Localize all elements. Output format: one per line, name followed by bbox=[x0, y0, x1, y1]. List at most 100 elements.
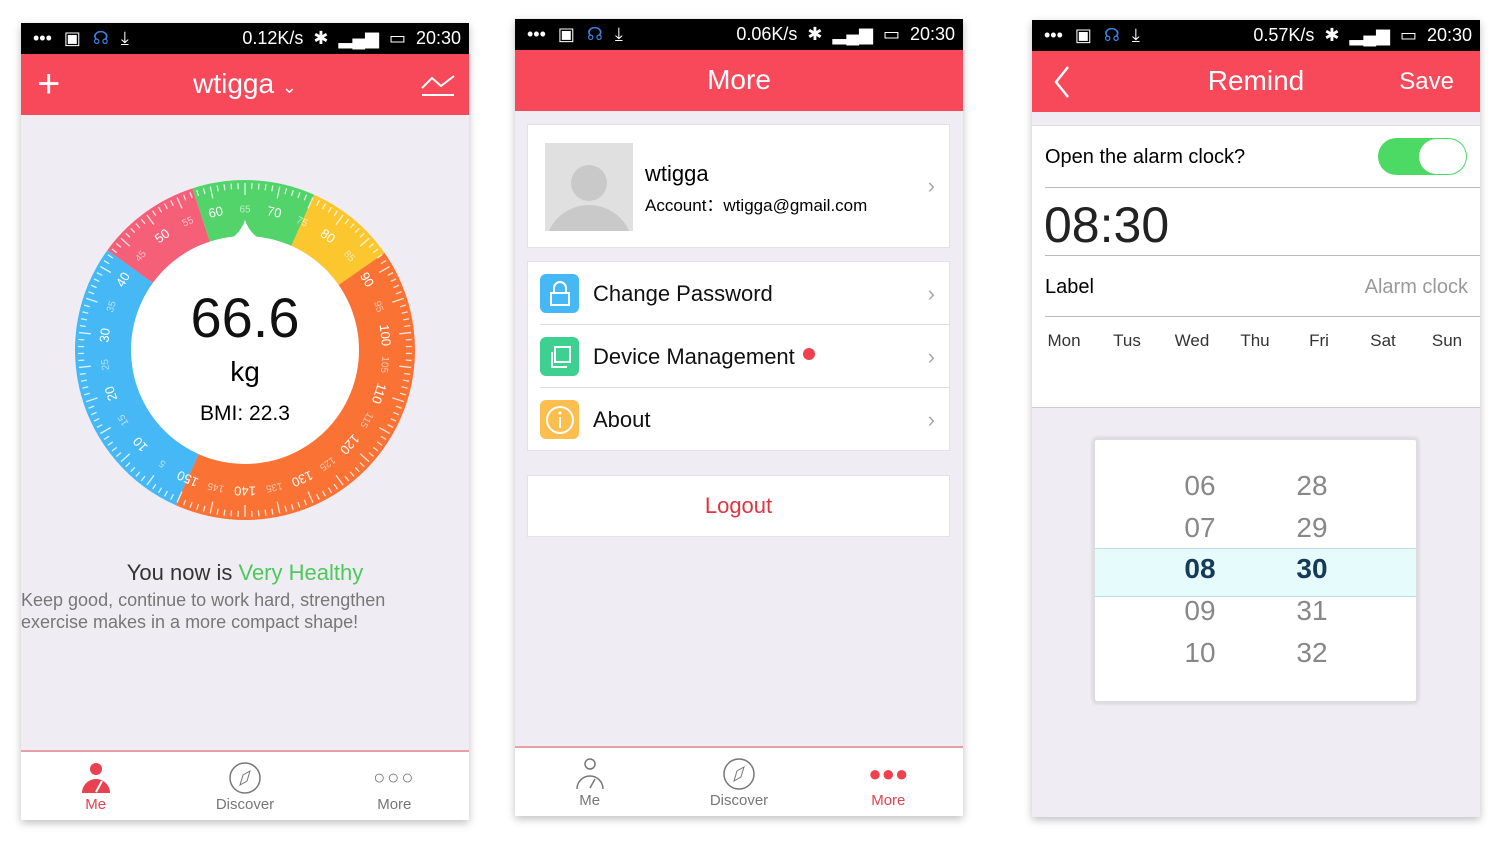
user-name: wtigga bbox=[193, 68, 275, 99]
signal-icon: ▂▄▆ bbox=[1349, 25, 1390, 45]
weekday-tus[interactable]: Tus bbox=[1102, 331, 1152, 351]
weekday-wed[interactable]: Wed bbox=[1167, 331, 1217, 351]
menu-about[interactable]: About › bbox=[528, 388, 949, 451]
chevron-right-icon: › bbox=[927, 173, 935, 198]
alarm-toggle[interactable] bbox=[1378, 138, 1467, 175]
profile-card[interactable]: wtigga Account：wtigga@gmail.com › bbox=[527, 124, 950, 248]
label-value[interactable]: Alarm clock bbox=[1365, 276, 1468, 299]
nav-label: More bbox=[871, 792, 906, 809]
nav-more[interactable]: ●●● More bbox=[814, 748, 963, 816]
signal-icon: ▂▄▆ bbox=[338, 28, 379, 48]
weight-unit: kg bbox=[230, 356, 260, 387]
bluetooth-icon: ✱ bbox=[1324, 25, 1340, 45]
phone-me-screen: ••• ▣ ☊ ⤓ 0.12K/s ✱ ▂▄▆ ▭ 20:30 + wtigga ⌄ 10 20… bbox=[21, 23, 469, 820]
gauge-tick bbox=[230, 183, 233, 190]
notification-dot bbox=[802, 347, 815, 360]
battery-icon: ▭ bbox=[388, 28, 406, 48]
user-switcher[interactable]: wtigga ⌄ bbox=[21, 68, 469, 100]
nav-label: Discover bbox=[215, 796, 275, 813]
bluetooth-icon: ✱ bbox=[313, 28, 329, 48]
nav-more[interactable]: ○○○ More bbox=[320, 752, 469, 820]
logout-label: Logout bbox=[704, 493, 773, 518]
avatar bbox=[545, 143, 633, 231]
more-dots-icon: ••• bbox=[33, 28, 52, 48]
net-speed: 0.57K/s bbox=[1253, 25, 1315, 45]
weekday-sun[interactable]: Sun bbox=[1422, 331, 1472, 351]
hours-option[interactable]: 10 bbox=[1170, 637, 1230, 669]
nav-label: Discover bbox=[709, 792, 769, 809]
nav-discover[interactable]: Discover bbox=[170, 752, 319, 820]
save-button[interactable]: Save bbox=[1399, 68, 1454, 96]
alarm-toggle-label: Open the alarm clock? bbox=[1045, 146, 1246, 168]
download-icon: ⤓ bbox=[1131, 25, 1140, 45]
download-icon: ⤓ bbox=[614, 24, 623, 44]
gauge-tick bbox=[230, 510, 233, 517]
nav-label: Me bbox=[579, 792, 601, 809]
person-gauge-icon bbox=[515, 756, 664, 792]
status-bar: ••• ▣ ☊ ⤓ 0.57K/s ✱ ▂▄▆ ▭ 20:30 bbox=[1032, 20, 1480, 51]
image-icon: ▣ bbox=[557, 24, 575, 44]
weekday-fri[interactable]: Fri bbox=[1294, 331, 1344, 351]
page-title: More bbox=[707, 64, 771, 95]
alarm-time[interactable]: 08:30 bbox=[1044, 196, 1169, 254]
health-status: You now is Very Healthy bbox=[21, 560, 469, 586]
minutes-option[interactable]: 28 bbox=[1282, 470, 1342, 502]
image-icon: ▣ bbox=[63, 28, 81, 48]
weekday-sat[interactable]: Sat bbox=[1358, 331, 1408, 351]
more-dots-icon: ●●● bbox=[868, 761, 909, 786]
minutes-option[interactable]: 32 bbox=[1282, 637, 1342, 669]
clock: 20:30 bbox=[1426, 25, 1472, 45]
header: Remind Save bbox=[1032, 51, 1480, 112]
chevron-right-icon: › bbox=[927, 280, 935, 306]
nav-label: More bbox=[377, 796, 412, 813]
trend-chart-icon[interactable] bbox=[421, 74, 455, 98]
status-bar: ••• ▣ ☊ ⤓ 0.06K/s ✱ ▂▄▆ ▭ 20:30 bbox=[515, 19, 963, 50]
gauge-tick-label: 65 bbox=[239, 205, 251, 216]
lock-icon bbox=[540, 274, 579, 313]
nav-discover[interactable]: Discover bbox=[664, 748, 813, 816]
headset-icon: ☊ bbox=[1103, 25, 1120, 45]
hours-option[interactable]: 08 bbox=[1170, 553, 1230, 585]
minutes-option[interactable]: 31 bbox=[1282, 595, 1342, 627]
nav-label: Me bbox=[85, 796, 107, 813]
bottom-nav: Me Discover ○○○ More bbox=[21, 750, 469, 820]
net-speed: 0.06K/s bbox=[736, 24, 798, 44]
bluetooth-icon: ✱ bbox=[807, 24, 823, 44]
compass-icon bbox=[170, 760, 319, 796]
more-dots-icon: ••• bbox=[1044, 25, 1063, 45]
weekday-mon[interactable]: Mon bbox=[1039, 331, 1089, 351]
gauge-tick bbox=[223, 184, 226, 191]
gauge-tick-label: 70 bbox=[266, 203, 283, 221]
battery-icon: ▭ bbox=[882, 24, 900, 44]
header: + wtigga ⌄ bbox=[21, 54, 469, 115]
chevron-down-icon: ⌄ bbox=[281, 77, 297, 97]
profile-name: wtigga bbox=[645, 161, 709, 186]
hours-option[interactable]: 07 bbox=[1170, 512, 1230, 544]
nav-me[interactable]: Me bbox=[515, 748, 664, 816]
time-picker[interactable]: 06 07 08 09 10 28 29 30 31 32 bbox=[1093, 438, 1418, 703]
logout-button[interactable]: Logout bbox=[527, 475, 950, 537]
weekday-selector: Mon Tus Wed Thu Fri Sat Sun bbox=[1032, 331, 1480, 355]
weekday-thu[interactable]: Thu bbox=[1230, 331, 1280, 351]
menu-device-management[interactable]: Device Management › bbox=[528, 325, 949, 388]
bottom-nav: Me Discover ●●● More bbox=[515, 746, 963, 816]
hours-option[interactable]: 09 bbox=[1170, 595, 1230, 627]
menu-change-password[interactable]: Change Password › bbox=[528, 262, 949, 325]
gauge-tick bbox=[257, 183, 260, 190]
battery-icon: ▭ bbox=[1399, 25, 1417, 45]
alarm-settings: Open the alarm clock? 08:30 Label Alarm … bbox=[1032, 125, 1480, 408]
gauge-tick bbox=[264, 509, 267, 516]
more-dots-icon: ••• bbox=[527, 24, 546, 44]
gauge-tick bbox=[257, 510, 260, 517]
gauge-tick bbox=[264, 184, 267, 191]
minutes-option[interactable]: 29 bbox=[1282, 512, 1342, 544]
menu-label: Change Password bbox=[593, 280, 773, 306]
hours-option[interactable]: 06 bbox=[1170, 470, 1230, 502]
phone-remind-screen: ••• ▣ ☊ ⤓ 0.57K/s ✱ ▂▄▆ ▭ 20:30 Remind Save Ope… bbox=[1032, 20, 1480, 817]
bmi-value: BMI: 22.3 bbox=[200, 402, 290, 425]
picker-selection-band bbox=[1095, 548, 1416, 597]
minutes-option[interactable]: 30 bbox=[1282, 553, 1342, 585]
more-dots-icon: ○○○ bbox=[373, 766, 416, 789]
gauge-tick-label: 140 bbox=[234, 484, 256, 499]
nav-me[interactable]: Me bbox=[21, 752, 170, 820]
